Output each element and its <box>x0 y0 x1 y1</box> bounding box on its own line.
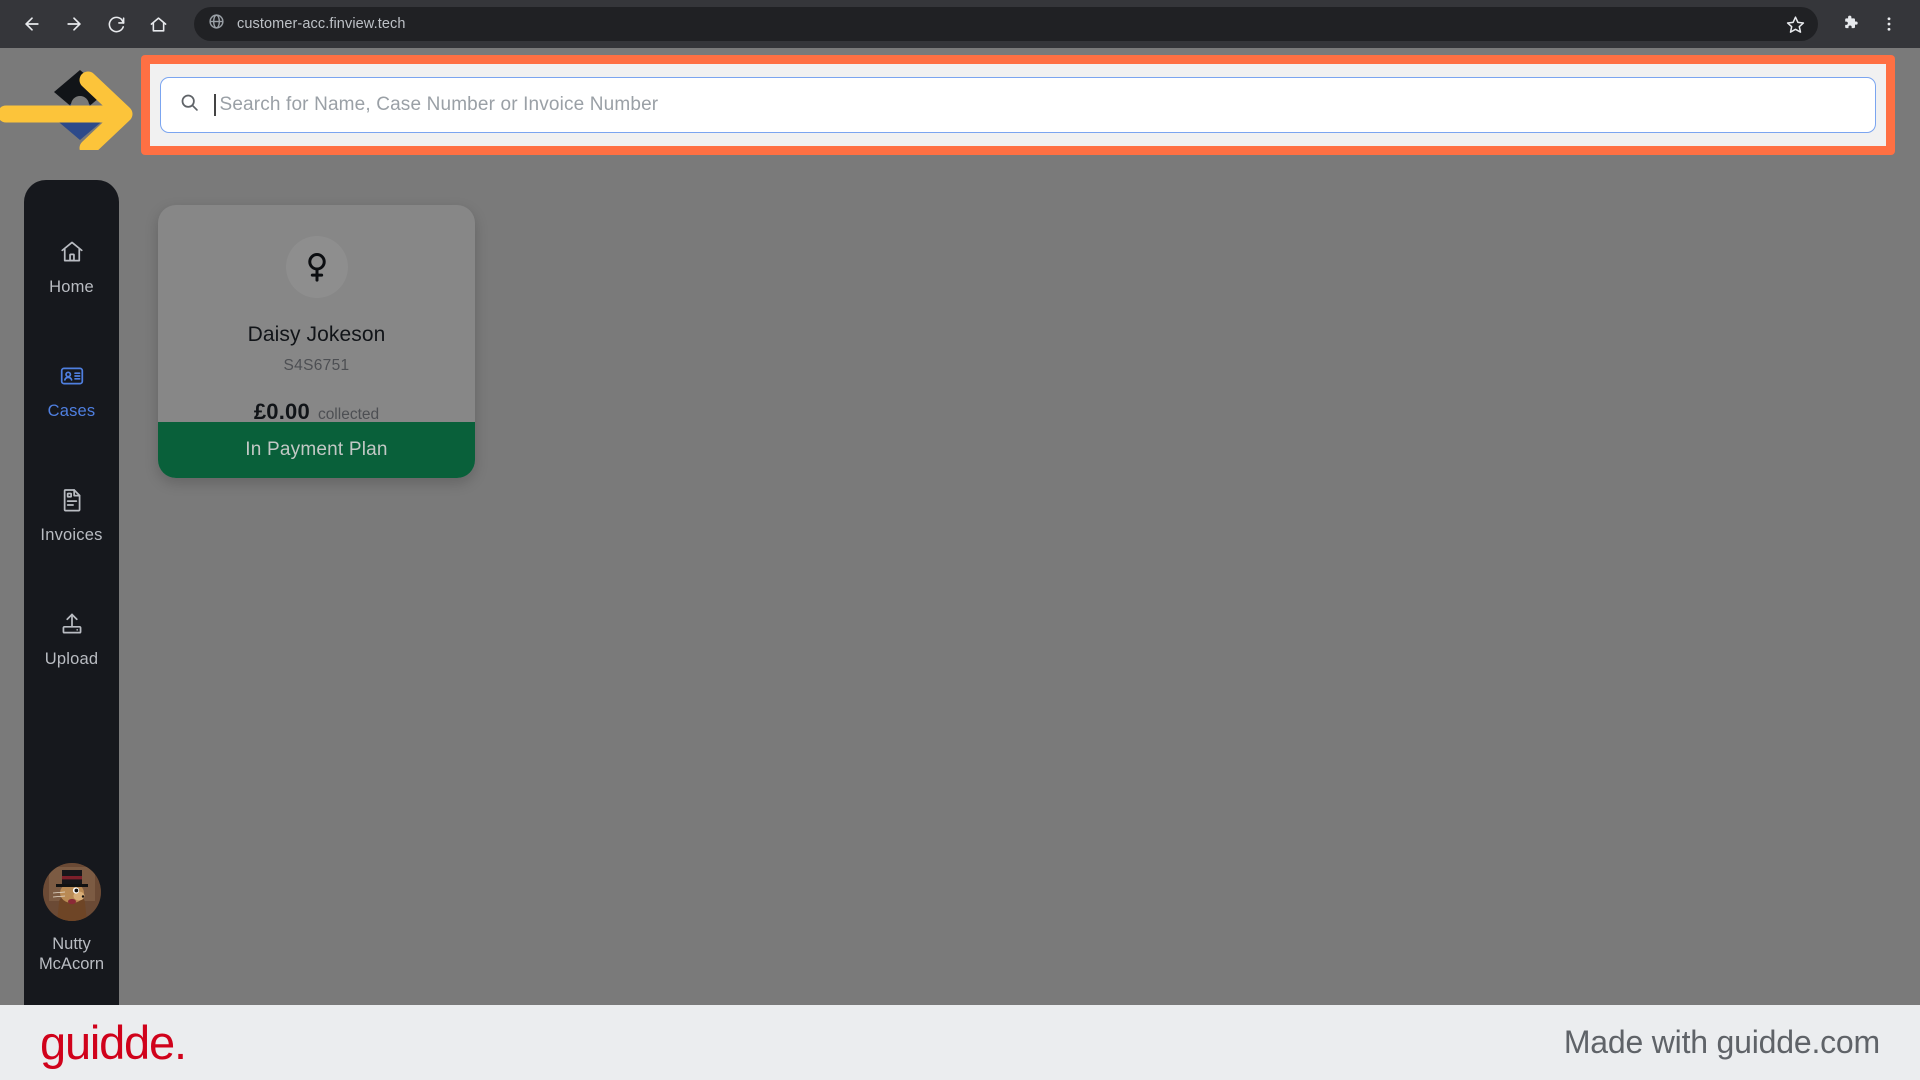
guidde-logo: guidde. <box>40 1016 187 1069</box>
home-button[interactable] <box>140 6 176 42</box>
back-arrow-icon <box>25 17 39 31</box>
case-gender-badge <box>285 236 348 298</box>
sidebar-item-label: Upload <box>44 649 99 668</box>
app-viewport: Search for Name, Case Number or Invoice … <box>0 48 1920 1005</box>
profile-name: Nutty McAcorn <box>39 934 104 975</box>
home-icon <box>150 16 166 32</box>
upload-icon <box>59 610 85 638</box>
case-number: S4S6751 <box>283 357 350 374</box>
back-button[interactable] <box>14 6 50 42</box>
extensions-button[interactable] <box>1834 7 1868 41</box>
reload-button[interactable] <box>98 6 134 42</box>
reload-icon <box>108 16 124 32</box>
search-placeholder: Search for Name, Case Number or Invoice … <box>219 94 659 115</box>
guidde-footer: guidde. Made with guidde.com <box>0 1005 1920 1080</box>
puzzle-piece-icon <box>1845 15 1858 29</box>
bookmark-star-icon[interactable] <box>1782 11 1808 37</box>
home-icon <box>59 238 85 266</box>
search-highlight-frame: Search for Name, Case Number or Invoice … <box>141 55 1895 155</box>
app-logo <box>44 62 116 148</box>
forward-button[interactable] <box>56 6 92 42</box>
url-text: customer-acc.finview.tech <box>237 16 406 32</box>
browser-toolbar: customer-acc.finview.tech <box>0 0 1920 48</box>
status-badge: In Payment Plan <box>158 422 475 478</box>
document-icon <box>59 486 85 514</box>
forward-arrow-icon <box>67 17 81 31</box>
venus-female-icon <box>307 253 326 282</box>
chrome-menu-button[interactable] <box>1872 7 1906 41</box>
case-name: Daisy Jokeson <box>247 323 386 346</box>
search-icon <box>179 92 200 118</box>
avatar <box>42 862 101 921</box>
profile-name-line1: Nutty <box>52 934 91 953</box>
sidebar-item-label: Cases <box>47 401 96 420</box>
case-card[interactable]: Daisy Jokeson S4S6751 £0.00 collected In… <box>158 205 475 478</box>
finview-logo-icon <box>54 70 106 140</box>
user-profile[interactable]: Nutty McAcorn <box>24 862 119 975</box>
sidebar-item-invoices[interactable]: Invoices <box>24 472 119 557</box>
sidebar-item-upload[interactable]: Upload <box>24 596 119 681</box>
three-dot-menu-icon <box>1887 17 1891 31</box>
search-input[interactable]: Search for Name, Case Number or Invoice … <box>160 77 1876 133</box>
squirrel-in-top-hat-avatar-icon <box>42 862 101 921</box>
sidebar-item-cases[interactable]: Cases <box>24 348 119 433</box>
sidebar-item-home[interactable]: Home <box>24 224 119 309</box>
text-caret <box>214 94 216 116</box>
sidebar: Home Cases Invoices Upload Nutty McAcorn <box>24 180 119 1005</box>
globe-icon <box>208 13 225 35</box>
chrome-right-controls <box>1834 7 1906 41</box>
id-card-icon <box>59 362 85 390</box>
made-with-guidde-text: Made with guidde.com <box>1563 1024 1880 1060</box>
sidebar-item-label: Home <box>49 278 94 296</box>
sidebar-item-label: Invoices <box>40 525 103 544</box>
address-bar[interactable]: customer-acc.finview.tech <box>194 7 1818 41</box>
profile-name-line2: McAcorn <box>38 955 105 974</box>
search-container: Search for Name, Case Number or Invoice … <box>150 64 1886 146</box>
